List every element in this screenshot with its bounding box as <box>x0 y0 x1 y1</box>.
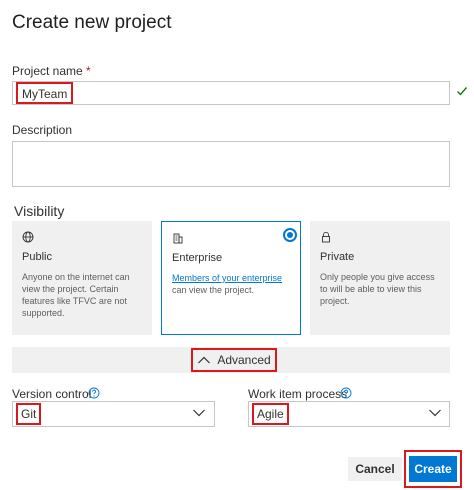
required-mark: * <box>86 64 91 78</box>
version-control-label: Version control <box>12 387 92 401</box>
project-name-value[interactable]: MyTeam <box>16 82 74 104</box>
chevron-up-icon <box>198 356 211 364</box>
visibility-option-private[interactable]: Private Only people you give access to w… <box>310 221 450 335</box>
enterprise-title: Enterprise <box>172 252 223 264</box>
public-description: Anyone on the internet can view the proj… <box>22 272 130 318</box>
advanced-toggle[interactable]: Advanced <box>191 348 277 372</box>
description-input[interactable] <box>12 141 450 187</box>
private-title: Private <box>320 251 355 263</box>
project-name-label-text: Project name <box>12 64 83 78</box>
check-icon <box>457 87 468 96</box>
visibility-heading: Visibility <box>14 203 65 219</box>
public-title: Public <box>22 251 52 263</box>
enterprise-radio-selected[interactable] <box>283 228 297 242</box>
create-button[interactable]: Create <box>409 456 457 482</box>
description-label: Description <box>12 123 73 137</box>
visibility-option-enterprise[interactable]: Enterprise Members of your enterprise ca… <box>161 221 301 335</box>
lock-icon <box>322 231 330 243</box>
dialog-title: Create new project <box>12 12 172 33</box>
work-item-process-value[interactable]: Agile <box>252 403 289 425</box>
version-control-value[interactable]: Git <box>16 403 42 425</box>
project-name-label: Project name * <box>12 64 91 78</box>
chevron-down-icon[interactable] <box>428 408 442 418</box>
version-control-select[interactable] <box>12 401 215 427</box>
enterprise-members-link[interactable]: Members of your enterprise <box>172 273 282 283</box>
private-description: Only people you give access to will be a… <box>320 272 435 306</box>
advanced-label: Advanced <box>217 353 271 367</box>
globe-icon <box>22 231 34 243</box>
help-icon[interactable] <box>88 387 100 399</box>
enterprise-description: Members of your enterprise can view the … <box>172 272 290 296</box>
help-icon[interactable] <box>340 387 352 399</box>
visibility-option-public[interactable]: Public Anyone on the internet can view t… <box>12 221 152 335</box>
project-name-input[interactable] <box>12 81 450 105</box>
work-item-process-label: Work item process <box>248 387 348 401</box>
enterprise-description-text: can view the project. <box>172 285 255 295</box>
chevron-down-icon[interactable] <box>192 408 206 418</box>
cancel-button[interactable]: Cancel <box>348 457 402 481</box>
enterprise-icon <box>173 233 183 244</box>
